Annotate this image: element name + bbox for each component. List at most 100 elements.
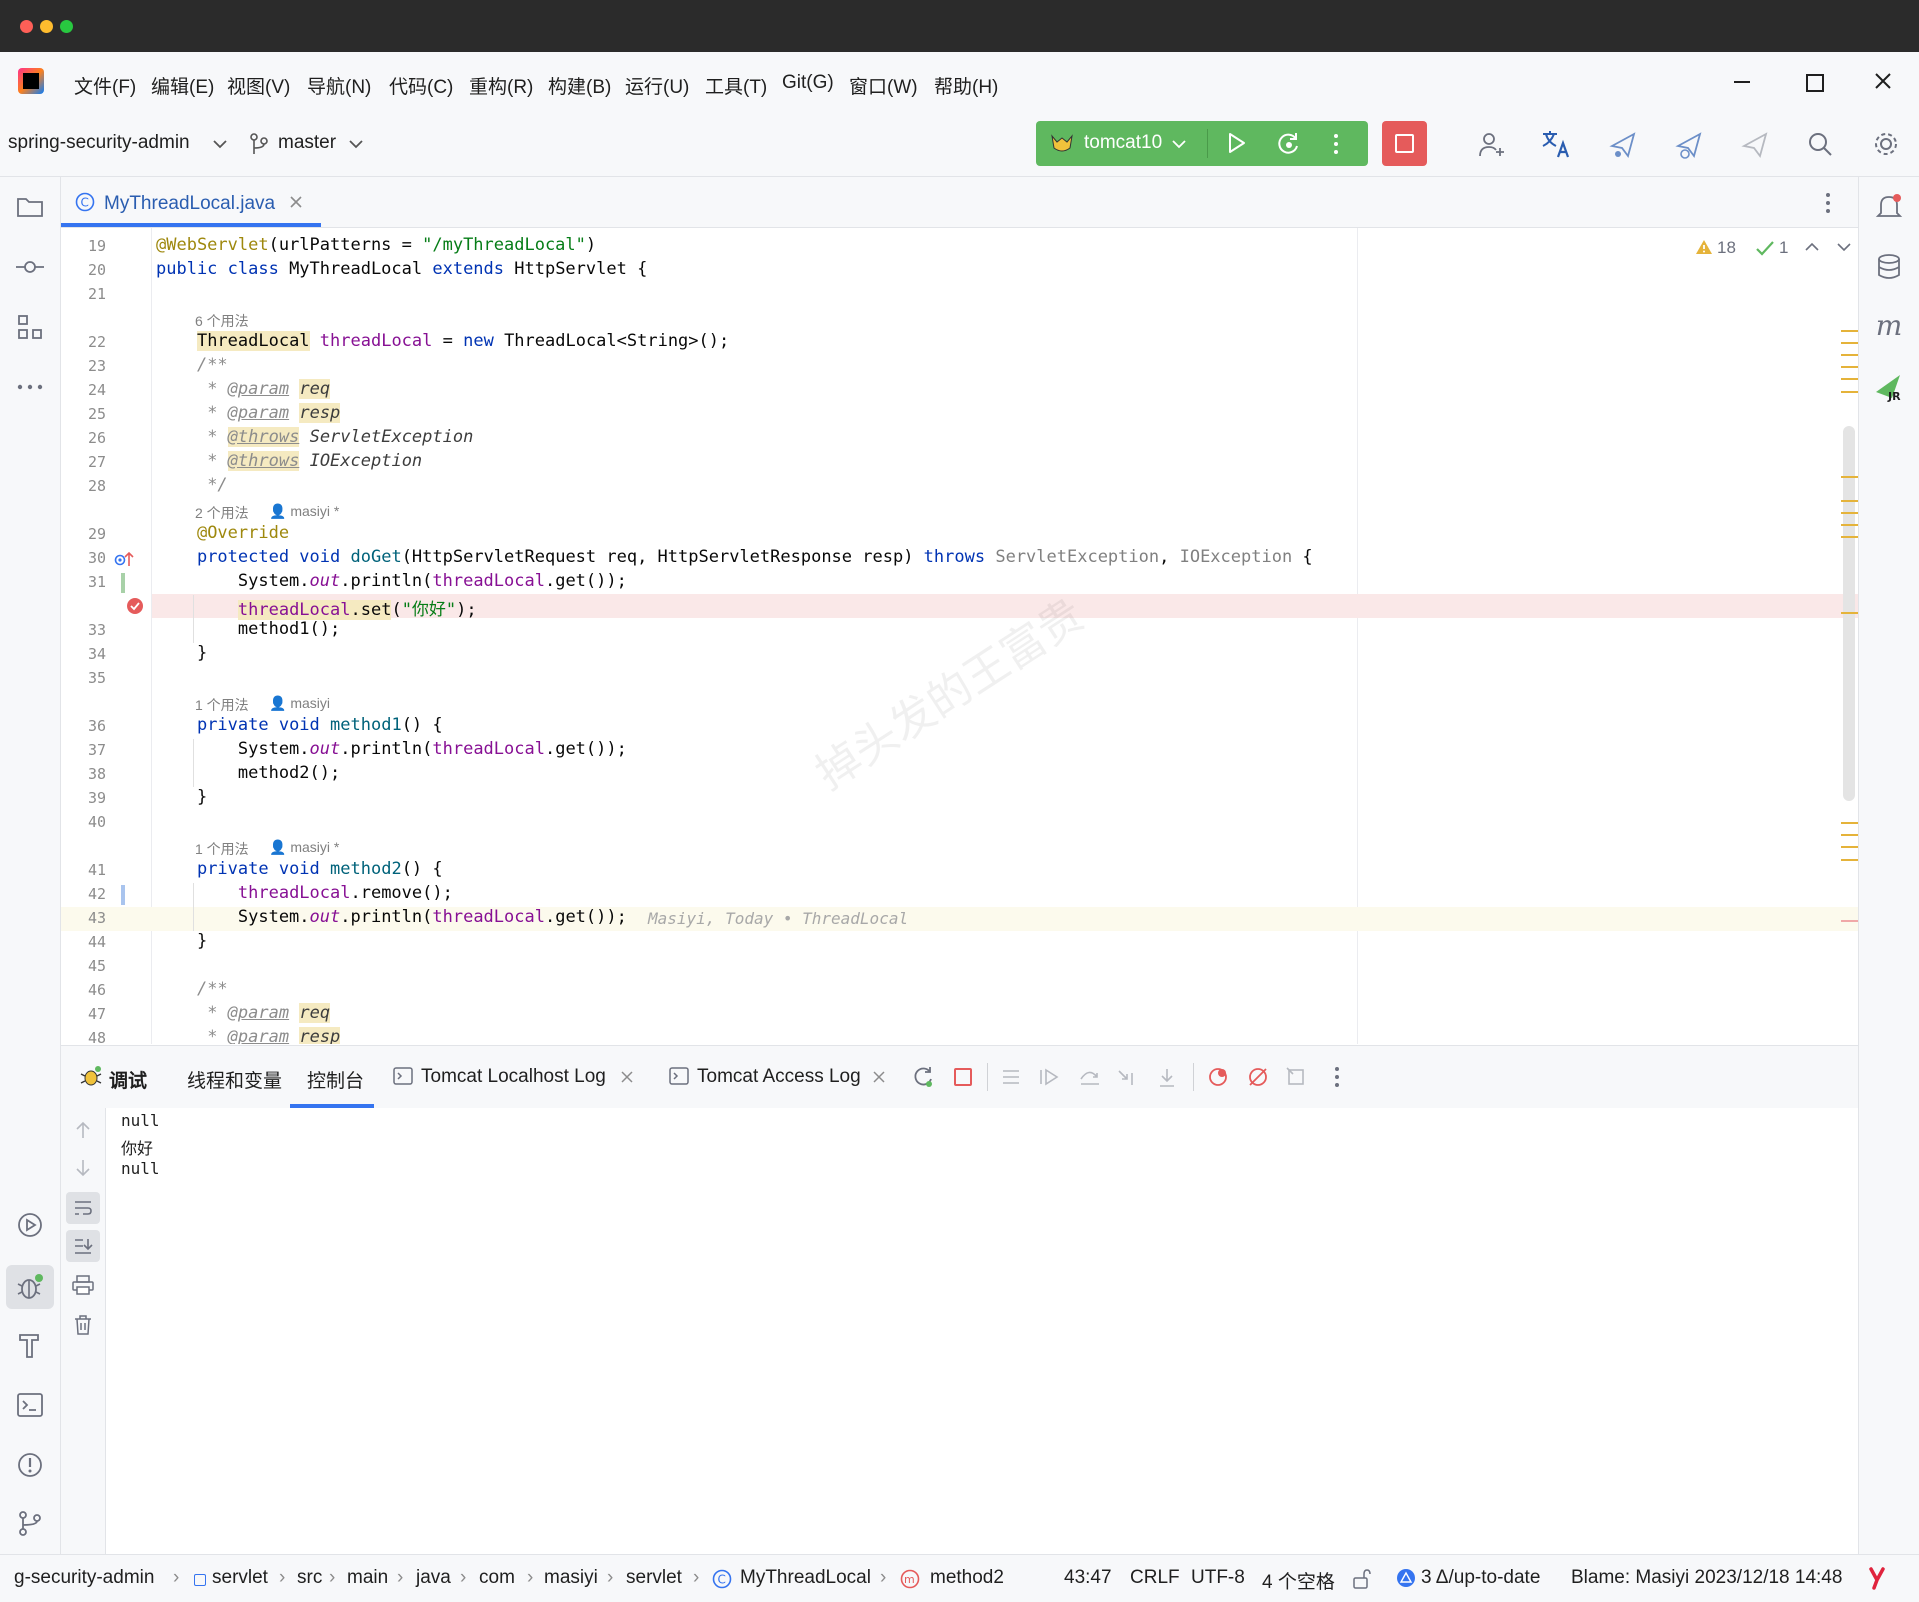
close-icon[interactable] (1874, 72, 1892, 90)
step-into-icon[interactable] (1117, 1067, 1139, 1089)
chevron-down-icon[interactable] (1172, 139, 1186, 149)
problems-icon[interactable] (10, 1445, 50, 1485)
debug-title[interactable]: 调试 (109, 1066, 147, 1093)
more-actions-icon[interactable] (1332, 132, 1340, 156)
menu-tools[interactable]: 工具(T) (705, 72, 767, 99)
print-icon[interactable] (72, 1275, 94, 1295)
stop-button[interactable] (1382, 121, 1427, 166)
menu-run[interactable]: 运行(U) (625, 72, 689, 99)
notifications-icon[interactable] (1869, 187, 1909, 227)
indent-setting[interactable]: 4 个空格 (1262, 1567, 1335, 1594)
caret-position[interactable]: 43:47 (1064, 1567, 1112, 1589)
down-arrow-icon[interactable] (73, 1158, 93, 1178)
author-hint[interactable]: 👤 masiyi (269, 695, 330, 712)
usages-hint[interactable]: 1 个用法 (195, 695, 249, 715)
tab-options-icon[interactable] (1824, 192, 1832, 214)
vcs-change-marker[interactable] (121, 573, 125, 593)
code-editor[interactable]: 掉头发的王富贵 18 1 19 20 21 22 23 24 25 26 27 … (61, 228, 1858, 1044)
restore-layout-icon[interactable] (1285, 1066, 1307, 1088)
project-selector[interactable]: spring-security-admin (8, 132, 190, 154)
scroll-to-end-button[interactable] (66, 1230, 100, 1262)
project-folder-icon[interactable] (10, 187, 50, 227)
menu-build[interactable]: 构建(B) (548, 72, 611, 99)
mute-breakpoints-icon[interactable] (1247, 1066, 1269, 1088)
breakpoint-icon[interactable] (126, 597, 144, 615)
commit-icon[interactable] (10, 247, 50, 287)
more-tools-icon[interactable] (10, 367, 50, 407)
menu-window[interactable]: 窗口(W) (849, 72, 918, 99)
override-method-icon[interactable] (113, 550, 135, 568)
frames-icon[interactable] (1001, 1067, 1021, 1087)
up-arrow-icon[interactable] (73, 1120, 93, 1140)
jrebel-icon[interactable]: JR (1869, 367, 1909, 407)
marker[interactable] (1841, 330, 1858, 332)
git-icon[interactable] (10, 1503, 50, 1543)
menu-refactor[interactable]: 重构(R) (469, 72, 533, 99)
breadcrumb-servlet-package[interactable]: servlet (626, 1567, 682, 1589)
menu-edit[interactable]: 编辑(E) (151, 72, 214, 99)
build-hammer-icon[interactable] (10, 1325, 50, 1365)
author-hint[interactable]: 👤 masiyi * (269, 503, 339, 520)
resume-icon[interactable] (1039, 1067, 1061, 1087)
file-encoding[interactable]: UTF-8 (1191, 1567, 1245, 1589)
branch-selector[interactable]: master (278, 132, 336, 154)
close-window-button[interactable] (20, 20, 33, 33)
tab-tomcat-localhost-log[interactable]: Tomcat Localhost Log (421, 1066, 606, 1088)
stop-icon[interactable] (954, 1068, 972, 1086)
check-count[interactable]: 1 (1779, 238, 1788, 258)
warning-count[interactable]: 18 (1717, 238, 1736, 258)
terminal-icon[interactable] (10, 1385, 50, 1425)
tab-threads-variables[interactable]: 线程和变量 (187, 1066, 282, 1093)
chevron-up-icon[interactable] (1805, 242, 1819, 252)
services-icon[interactable] (10, 1205, 50, 1245)
breadcrumb-com[interactable]: com (479, 1567, 515, 1589)
step-over-icon[interactable] (1079, 1067, 1101, 1087)
vcs-change-marker[interactable] (121, 885, 125, 905)
breadcrumb-project[interactable]: g-security-admin (14, 1567, 154, 1589)
settings-gear-icon[interactable] (1872, 130, 1900, 158)
more-options-icon[interactable] (1333, 1066, 1341, 1088)
translate-icon[interactable] (1540, 128, 1572, 160)
search-icon[interactable] (1806, 130, 1834, 158)
soft-wrap-button[interactable] (66, 1192, 100, 1224)
close-tab-icon[interactable] (873, 1071, 885, 1083)
blame-info[interactable]: Blame: Masiyi 2023/12/18 14:48 (1571, 1567, 1842, 1589)
add-user-icon[interactable] (1477, 130, 1507, 160)
inline-blame[interactable]: Masiyi, Today • ThreadLocal (648, 909, 908, 928)
close-tab-icon[interactable] (621, 1071, 633, 1083)
tab-tomcat-access-log[interactable]: Tomcat Access Log (697, 1066, 861, 1088)
author-hint[interactable]: 👤 masiyi * (269, 839, 339, 856)
breadcrumb-main[interactable]: main (347, 1567, 388, 1589)
menu-code[interactable]: 代码(C) (389, 72, 453, 99)
trash-icon[interactable] (73, 1314, 93, 1336)
rerun-debug-icon[interactable] (1276, 131, 1302, 157)
menu-navigate[interactable]: 导航(N) (307, 72, 371, 99)
deploy-settings-icon[interactable] (1674, 130, 1704, 160)
lock-open-icon[interactable] (1352, 1568, 1372, 1590)
minimize-window-button[interactable] (40, 20, 53, 33)
line-separator[interactable]: CRLF (1130, 1567, 1180, 1589)
menu-git[interactable]: Git(G) (782, 72, 834, 94)
console-panel[interactable]: null 你好 null (61, 1108, 1858, 1554)
usages-hint[interactable]: 6 个用法 (195, 311, 249, 331)
menu-view[interactable]: 视图(V) (227, 72, 290, 99)
step-out-icon[interactable] (1157, 1067, 1177, 1089)
chevron-down-icon[interactable] (1837, 242, 1851, 252)
chevron-down-icon[interactable] (213, 139, 227, 149)
breadcrumb-java[interactable]: java (416, 1567, 451, 1589)
breadcrumb-method[interactable]: method2 (930, 1567, 1004, 1589)
tab-console[interactable]: 控制台 (307, 1066, 364, 1093)
rerun-icon[interactable] (911, 1065, 935, 1089)
menu-file[interactable]: 文件(F) (74, 72, 136, 99)
menu-help[interactable]: 帮助(H) (934, 72, 998, 99)
chevron-down-icon[interactable] (349, 139, 363, 149)
deploy-disabled-icon[interactable] (1740, 130, 1770, 160)
minimize-icon[interactable] (1734, 81, 1750, 83)
breadcrumb-masiyi[interactable]: masiyi (544, 1567, 598, 1589)
usages-hint[interactable]: 2 个用法 (195, 503, 249, 523)
maven-icon[interactable]: m (1869, 305, 1909, 345)
database-icon[interactable] (1869, 247, 1909, 287)
breadcrumb-servlet-module[interactable]: servlet (212, 1567, 268, 1589)
view-breakpoints-icon[interactable] (1207, 1066, 1229, 1088)
breadcrumb-src[interactable]: src (297, 1567, 322, 1589)
